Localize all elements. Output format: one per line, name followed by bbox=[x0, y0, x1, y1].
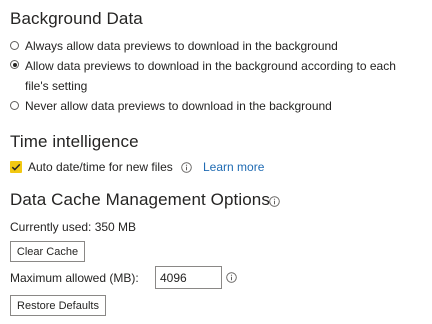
learn-more-link[interactable]: Learn more bbox=[203, 159, 264, 175]
radio-allow-per-file[interactable] bbox=[10, 60, 19, 69]
radio-allow-per-file-label-line2[interactable]: file's setting bbox=[25, 78, 87, 94]
radio-always-allow[interactable] bbox=[10, 41, 19, 50]
radio-allow-per-file-label-line1[interactable]: Allow data previews to download in the b… bbox=[25, 58, 396, 74]
time-intelligence-heading: Time intelligence bbox=[10, 132, 139, 151]
background-data-heading: Background Data bbox=[10, 9, 143, 28]
info-icon[interactable] bbox=[226, 272, 237, 283]
data-cache-heading: Data Cache Management Options bbox=[10, 190, 270, 209]
radio-never-allow[interactable] bbox=[10, 101, 19, 110]
currently-used-text: Currently used: 350 MB bbox=[10, 220, 137, 234]
checkmark-icon bbox=[11, 163, 21, 171]
max-allowed-label: Maximum allowed (MB): bbox=[10, 271, 139, 285]
auto-datetime-checkbox[interactable] bbox=[10, 161, 22, 173]
info-icon[interactable] bbox=[181, 162, 192, 173]
radio-always-allow-label[interactable]: Always allow data previews to download i… bbox=[25, 38, 338, 54]
clear-cache-button[interactable]: Clear Cache bbox=[10, 241, 85, 262]
radio-never-allow-label[interactable]: Never allow data previews to download in… bbox=[25, 98, 332, 114]
auto-datetime-label[interactable]: Auto date/time for new files bbox=[28, 159, 173, 175]
info-icon[interactable] bbox=[269, 196, 280, 207]
restore-defaults-button[interactable]: Restore Defaults bbox=[10, 295, 106, 316]
max-allowed-input[interactable] bbox=[155, 266, 222, 289]
